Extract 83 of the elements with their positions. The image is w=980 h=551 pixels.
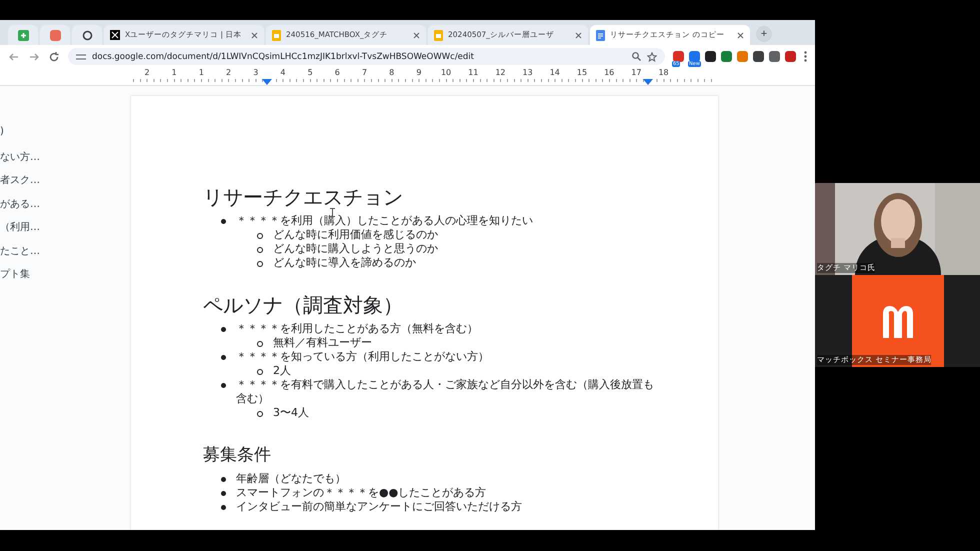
reload-icon[interactable]: [48, 50, 60, 62]
zoom-icon[interactable]: [632, 52, 641, 61]
heading: 募集条件: [203, 444, 272, 467]
list-item: どんな時に利用価値を感じるのか: [273, 228, 439, 242]
ruler-number: 2: [225, 68, 232, 78]
bullet-icon: [221, 505, 226, 510]
new-tab-button[interactable]: +: [756, 26, 772, 42]
outline-item[interactable]: ): [0, 126, 131, 150]
slides-icon: [272, 30, 281, 40]
ruler-number: 8: [388, 68, 396, 78]
bullet-icon: [221, 383, 226, 388]
ruler-number: 12: [494, 68, 507, 78]
extension-icon[interactable]: [753, 51, 764, 62]
heading: リサーチクエスチョン: [203, 184, 404, 210]
close-icon[interactable]: [575, 32, 582, 38]
outline-item[interactable]: がある…: [0, 196, 131, 220]
ruler-number: 10: [440, 68, 452, 78]
bullet-icon: [221, 355, 226, 360]
bullet-icon: [257, 247, 263, 253]
menu-icon[interactable]: [804, 51, 807, 62]
docs-icon: [596, 30, 605, 40]
ruler-number: 1: [170, 68, 178, 78]
forward-icon[interactable]: [28, 50, 40, 62]
bullet-icon: [257, 369, 263, 375]
url-text: docs.google.com/document/d/1LWIVnCQsimLHCc1mzJIK1brlxvl-TvsZwHBSOWeOWWc/edit: [92, 52, 476, 62]
browser-tab[interactable]: [72, 25, 102, 45]
ruler-number: 1: [198, 68, 205, 78]
list-item: ＊＊＊＊を知っている方（利用したことがない方）: [236, 350, 490, 364]
app-icon: [50, 30, 60, 40]
heading: ペルソナ（調査対象）: [203, 292, 404, 318]
list-item: 2人: [273, 364, 292, 378]
extension-icon[interactable]: [769, 51, 780, 62]
bullet-icon: [221, 491, 226, 496]
ruler-number: 7: [360, 68, 368, 78]
bullet-icon: [257, 261, 263, 267]
ruler-number: 5: [306, 68, 314, 78]
close-icon[interactable]: [251, 32, 258, 38]
list-item: ＊＊＊＊を有料で購入したことがある人・ご家族など自分以外を含む（購入後放置も含む）: [236, 378, 655, 406]
ruler[interactable]: 2 1 1 2 3 4 5 6 7 8 9 10 11 12 13 14 15 16 17 18: [0, 68, 815, 86]
ruler-number: 9: [415, 68, 422, 78]
list-item: ＊＊＊＊を利用したことがある方（無料を含む）: [236, 322, 479, 336]
outline-item[interactable]: ない方…: [0, 150, 131, 173]
star-icon[interactable]: [647, 52, 657, 62]
ruler-number: 16: [603, 68, 616, 78]
ruler-number: 13: [522, 68, 534, 78]
list-item: 3〜4人: [273, 406, 310, 420]
indent-marker-icon[interactable]: [262, 79, 272, 85]
list-item: 無料／有料ユーザー: [273, 336, 373, 350]
bullet-icon: [221, 327, 226, 332]
ruler-number: 6: [334, 68, 341, 78]
list-item: どんな時に導入を諦めるのか: [273, 256, 417, 270]
ruler-number: 15: [576, 68, 588, 78]
close-icon[interactable]: [737, 32, 744, 38]
bullet-icon: [257, 233, 263, 239]
ruler-number: 11: [467, 68, 480, 78]
list-item: インタビュー前の簡単なアンケートにご回答いただける方: [236, 500, 523, 514]
outline-item[interactable]: たこと…: [0, 244, 131, 267]
outline-item[interactable]: 者スク…: [0, 173, 131, 196]
outline-item[interactable]: プト集: [0, 267, 131, 290]
bullet-icon: [257, 341, 263, 347]
ruler-number: 17: [630, 68, 642, 78]
site-settings-icon[interactable]: [76, 52, 86, 60]
bullet-icon: [221, 219, 226, 224]
bullet-icon: [221, 477, 226, 482]
address-bar[interactable]: docs.google.com/document/d/1LWIVnCQsimLHCc1mzJIK1brlxvl-TvsZwHBSOWeOWWc/edit: [68, 48, 665, 65]
close-icon[interactable]: [413, 32, 420, 38]
sheet-icon: [18, 30, 28, 40]
x-logo-icon: [110, 30, 120, 40]
text-cursor-icon: [330, 208, 335, 217]
ruler-number: 3: [252, 68, 260, 78]
ruler-number: 2: [143, 68, 151, 78]
list-item: 年齢層（どなたでも）: [236, 472, 347, 486]
extension-icon[interactable]: [705, 51, 716, 62]
ruler-number: 4: [279, 68, 286, 78]
list-item: スマートフォンの＊＊＊＊を●●したことがある方: [236, 486, 488, 500]
indent-marker-icon[interactable]: [643, 79, 653, 85]
ruler-number: 18: [657, 68, 670, 78]
slides-icon: [434, 30, 443, 40]
outline-item[interactable]: （利用…: [0, 220, 131, 244]
bullet-icon: [257, 411, 263, 417]
back-icon[interactable]: [8, 50, 20, 62]
list-item: どんな時に購入しようと思うのか: [273, 242, 439, 256]
ruler-number: 14: [548, 68, 561, 78]
